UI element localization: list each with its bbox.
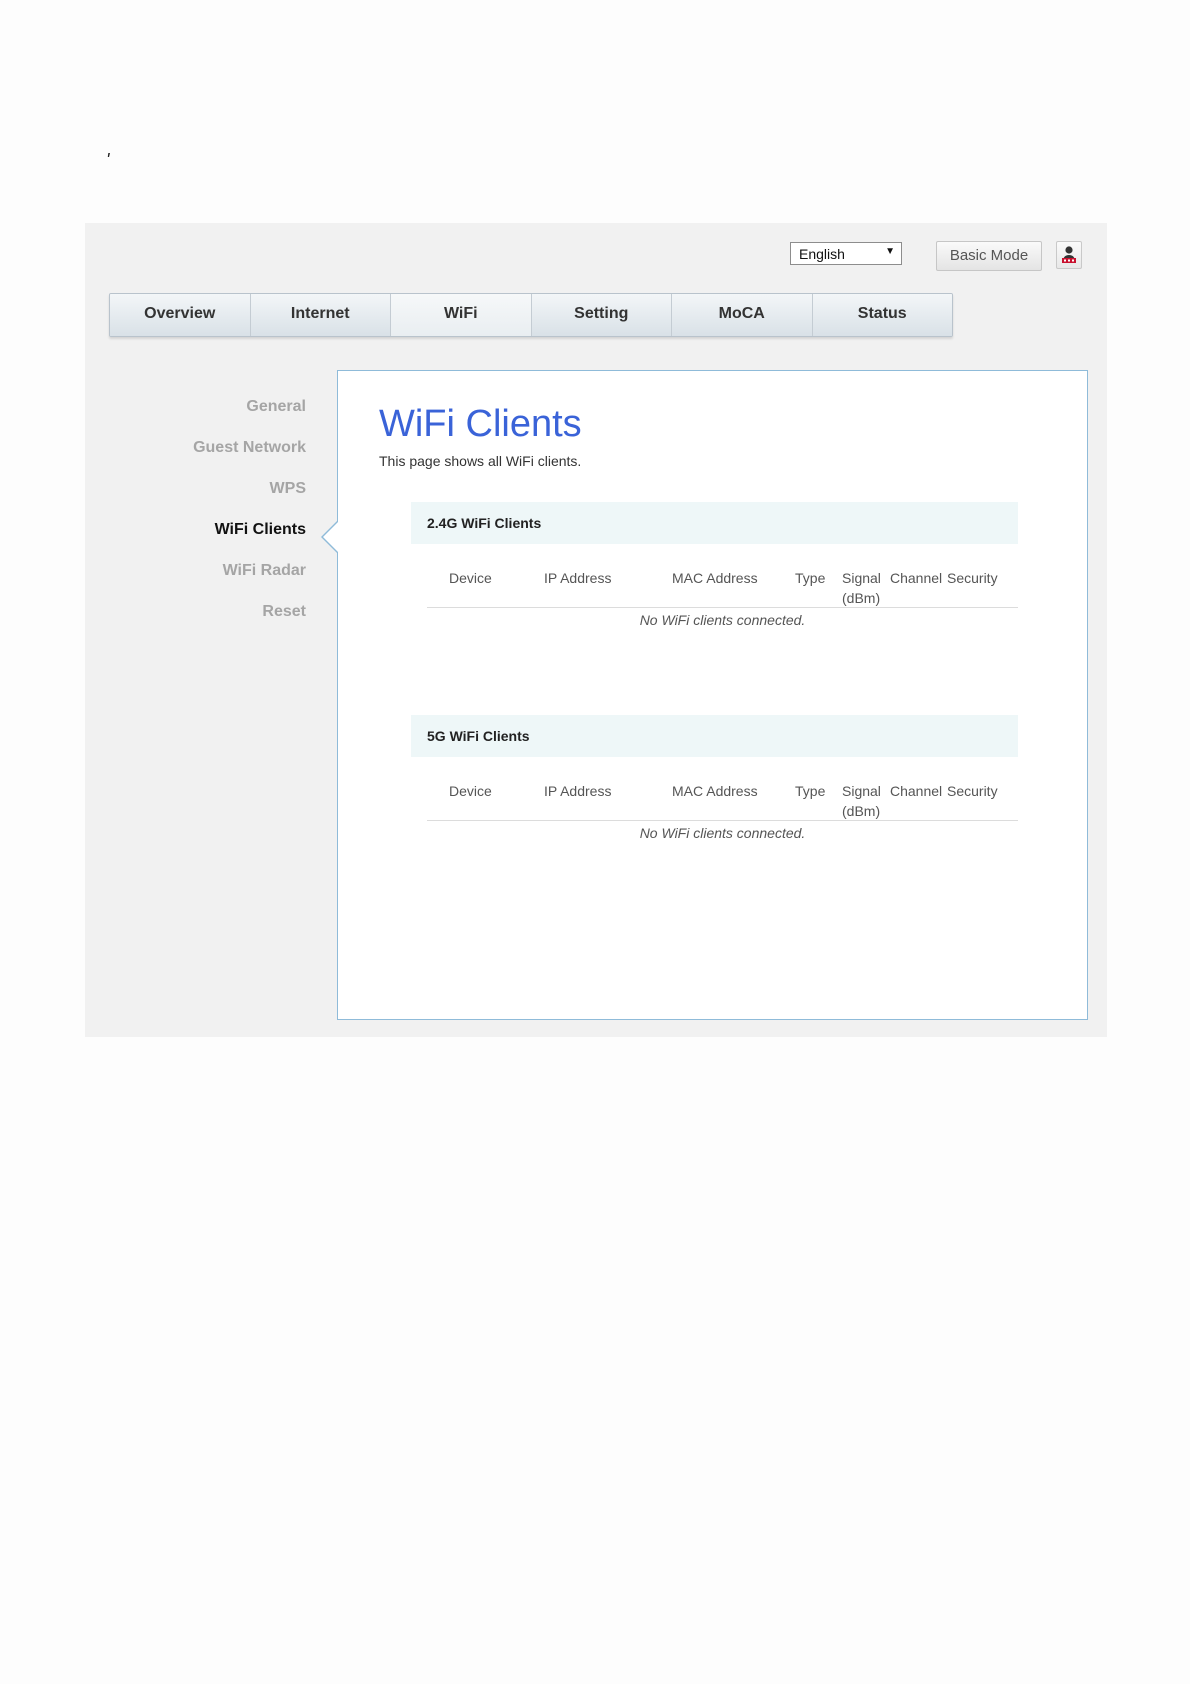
router-admin-window: English ▼ Basic Mode Overview Internet W… bbox=[85, 223, 1107, 1037]
sidebar-item-guest-network[interactable]: Guest Network bbox=[85, 438, 306, 479]
header-divider bbox=[427, 820, 1018, 821]
column-header-ip-address: IP Address bbox=[544, 570, 612, 586]
tab-internet[interactable]: Internet bbox=[250, 294, 391, 336]
column-header-type: Type bbox=[795, 570, 826, 586]
sidebar: General Guest Network WPS WiFi Clients W… bbox=[85, 397, 306, 643]
empty-message: No WiFi clients connected. bbox=[639, 612, 806, 628]
section-5g-clients: 5G WiFi Clients Device IP Address MAC Ad… bbox=[411, 715, 1018, 841]
column-header-type: Type bbox=[795, 783, 826, 799]
user-logout-icon bbox=[1062, 246, 1076, 263]
content-panel: WiFi Clients This page shows all WiFi cl… bbox=[337, 370, 1088, 1020]
page-title: WiFi Clients bbox=[379, 403, 582, 445]
page-description: This page shows all WiFi clients. bbox=[379, 453, 582, 469]
tab-status[interactable]: Status bbox=[812, 294, 952, 336]
main-nav-tabs: Overview Internet WiFi Setting MoCA Stat… bbox=[109, 293, 953, 337]
column-header-mac-address: MAC Address bbox=[672, 570, 758, 586]
column-header-device: Device bbox=[449, 570, 492, 586]
sidebar-item-general[interactable]: General bbox=[85, 397, 306, 438]
language-value: English bbox=[799, 246, 845, 262]
clients-table: Device IP Address MAC Address Type Signa… bbox=[427, 544, 1018, 628]
column-header-channel: Channel bbox=[890, 570, 943, 586]
section-title: 5G WiFi Clients bbox=[411, 715, 1018, 757]
sidebar-item-wps[interactable]: WPS bbox=[85, 479, 306, 520]
column-header-channel: Channel bbox=[890, 783, 943, 799]
header-divider bbox=[427, 607, 1018, 608]
tab-wifi[interactable]: WiFi bbox=[391, 294, 532, 336]
user-button[interactable] bbox=[1056, 241, 1082, 269]
column-header-security: Security bbox=[947, 783, 998, 799]
basic-mode-button[interactable]: Basic Mode bbox=[936, 241, 1042, 271]
section-title: 2.4G WiFi Clients bbox=[411, 502, 1018, 544]
dropdown-arrow-icon: ▼ bbox=[885, 246, 895, 257]
active-item-pointer-fill bbox=[323, 521, 339, 553]
column-header-signal: Signal bbox=[842, 570, 881, 586]
column-header-security: Security bbox=[947, 570, 998, 586]
clients-table: Device IP Address MAC Address Type Signa… bbox=[427, 757, 1018, 841]
section-24g-clients: 2.4G WiFi Clients Device IP Address MAC … bbox=[411, 502, 1018, 628]
column-header-ip-address: IP Address bbox=[544, 783, 612, 799]
column-header-signal-unit: (dBm) bbox=[842, 590, 881, 606]
tab-overview[interactable]: Overview bbox=[110, 294, 251, 336]
column-header-signal-unit: (dBm) bbox=[842, 803, 881, 819]
column-header-signal: Signal bbox=[842, 783, 881, 799]
page-mark: ' bbox=[106, 150, 110, 170]
language-select[interactable]: English ▼ bbox=[790, 242, 902, 265]
sidebar-item-wifi-radar[interactable]: WiFi Radar bbox=[85, 561, 306, 602]
empty-message: No WiFi clients connected. bbox=[639, 825, 806, 841]
tab-setting[interactable]: Setting bbox=[531, 294, 672, 336]
column-header-mac-address: MAC Address bbox=[672, 783, 758, 799]
sidebar-item-wifi-clients[interactable]: WiFi Clients bbox=[85, 520, 306, 561]
tab-moca[interactable]: MoCA bbox=[672, 294, 813, 336]
column-header-device: Device bbox=[449, 783, 492, 799]
sidebar-item-reset[interactable]: Reset bbox=[85, 602, 306, 643]
